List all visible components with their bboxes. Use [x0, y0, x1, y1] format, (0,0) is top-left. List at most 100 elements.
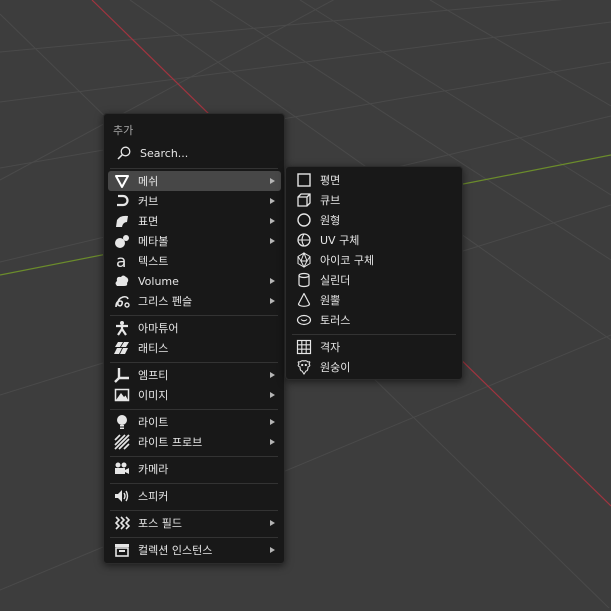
search-field[interactable]: Search... — [110, 143, 278, 163]
submenu-item-label: 아이코 구체 — [320, 254, 375, 267]
svg-text:a: a — [116, 253, 126, 269]
separator — [110, 168, 278, 169]
menu-item-text[interactable]: a 텍스트 — [108, 251, 281, 271]
plane-icon — [296, 172, 312, 188]
submenu-item-grid[interactable]: 격자 — [290, 337, 458, 357]
camera-icon — [114, 461, 130, 477]
text-icon: a — [114, 253, 130, 269]
submenu-arrow-icon — [270, 547, 275, 553]
menu-item-label: 메타볼 — [138, 235, 169, 248]
menu-item-surface[interactable]: 표면 — [108, 211, 281, 231]
surface-icon — [114, 213, 130, 229]
separator — [110, 483, 278, 484]
submenu-item-torus[interactable]: 토러스 — [290, 310, 458, 330]
mesh-submenu: 평면 큐브 원형 UV 구체 아이코 구체 실린더 원뿔 토러스 격자 원숭이 — [285, 166, 463, 380]
submenu-item-ico-sphere[interactable]: 아이코 구체 — [290, 250, 458, 270]
add-menu: 추가 Search... 메쉬 커브 표면 메타볼 a 텍스트 Volume 그… — [103, 113, 285, 564]
menu-item-label: Volume — [138, 274, 179, 288]
search-icon — [116, 145, 132, 161]
menu-item-metaball[interactable]: 메타볼 — [108, 231, 281, 251]
force-field-icon — [114, 515, 130, 531]
submenu-arrow-icon — [270, 178, 275, 184]
separator — [110, 315, 278, 316]
submenu-item-cylinder[interactable]: 실린더 — [290, 270, 458, 290]
lattice-icon — [114, 340, 130, 356]
submenu-item-cube[interactable]: 큐브 — [290, 190, 458, 210]
submenu-arrow-icon — [270, 419, 275, 425]
collection-instance-icon — [114, 542, 130, 558]
submenu-arrow-icon — [270, 520, 275, 526]
ico-sphere-icon — [296, 252, 312, 268]
light-probe-icon — [114, 434, 130, 450]
menu-item-curve[interactable]: 커브 — [108, 191, 281, 211]
monkey-icon — [296, 359, 312, 375]
menu-item-light-probe[interactable]: 라이트 프로브 — [108, 432, 281, 452]
submenu-arrow-icon — [270, 372, 275, 378]
menu-item-collection-instance[interactable]: 컬렉션 인스턴스 — [108, 540, 281, 560]
speaker-icon — [114, 488, 130, 504]
menu-item-lattice[interactable]: 래티스 — [108, 338, 281, 358]
submenu-arrow-icon — [270, 198, 275, 204]
empty-icon — [114, 367, 130, 383]
cylinder-icon — [296, 272, 312, 288]
menu-item-label: 래티스 — [138, 342, 169, 355]
circle-icon — [296, 212, 312, 228]
grid-icon — [296, 339, 312, 355]
separator — [110, 510, 278, 511]
submenu-item-label: 원숭이 — [320, 361, 351, 374]
submenu-item-label: UV 구체 — [320, 234, 360, 247]
submenu-item-circle[interactable]: 원형 — [290, 210, 458, 230]
uv-sphere-icon — [296, 232, 312, 248]
curve-icon — [114, 193, 130, 209]
torus-icon — [296, 312, 312, 328]
separator — [110, 409, 278, 410]
menu-item-armature[interactable]: 아마튜어 — [108, 318, 281, 338]
submenu-item-uv-sphere[interactable]: UV 구체 — [290, 230, 458, 250]
search-label: Search... — [140, 146, 189, 160]
image-icon — [114, 387, 130, 403]
menu-item-mesh[interactable]: 메쉬 — [108, 171, 281, 191]
cone-icon — [296, 292, 312, 308]
submenu-item-monkey[interactable]: 원숭이 — [290, 357, 458, 377]
menu-item-speaker[interactable]: 스피커 — [108, 486, 281, 506]
submenu-arrow-icon — [270, 218, 275, 224]
submenu-arrow-icon — [270, 278, 275, 284]
metaball-icon — [114, 233, 130, 249]
menu-item-label: 엠프티 — [138, 369, 169, 382]
menu-item-label: 그리스 펜슬 — [138, 295, 193, 308]
menu-item-label: 아마튜어 — [138, 322, 179, 335]
submenu-item-plane[interactable]: 평면 — [290, 170, 458, 190]
menu-item-label: 컬렉션 인스턴스 — [138, 544, 213, 557]
menu-item-grease-pencil[interactable]: 그리스 펜슬 — [108, 291, 281, 311]
submenu-item-cone[interactable]: 원뿔 — [290, 290, 458, 310]
separator — [110, 537, 278, 538]
cube-icon — [296, 192, 312, 208]
submenu-item-label: 원뿔 — [320, 294, 341, 307]
menu-item-label: 포스 필드 — [138, 517, 182, 530]
menu-item-camera[interactable]: 카메라 — [108, 459, 281, 479]
menu-item-image[interactable]: 이미지 — [108, 385, 281, 405]
menu-item-label: 커브 — [138, 195, 159, 208]
mesh-icon — [114, 173, 130, 189]
menu-item-light[interactable]: 라이트 — [108, 412, 281, 432]
submenu-arrow-icon — [270, 392, 275, 398]
menu-item-label: 카메라 — [138, 463, 169, 476]
menu-item-volume[interactable]: Volume — [108, 271, 281, 291]
submenu-item-label: 큐브 — [320, 194, 341, 207]
submenu-item-label: 평면 — [320, 174, 341, 187]
submenu-arrow-icon — [270, 439, 275, 445]
menu-title: 추가 — [113, 124, 134, 137]
separator — [110, 362, 278, 363]
armature-icon — [114, 320, 130, 336]
separator — [292, 334, 456, 335]
menu-item-label: 표면 — [138, 215, 159, 228]
submenu-item-label: 토러스 — [320, 314, 351, 327]
grease-pencil-icon — [114, 293, 130, 309]
menu-item-empty[interactable]: 엠프티 — [108, 365, 281, 385]
submenu-arrow-icon — [270, 238, 275, 244]
menu-item-label: 스피커 — [138, 490, 169, 503]
menu-item-force-field[interactable]: 포스 필드 — [108, 513, 281, 533]
menu-item-label: 텍스트 — [138, 255, 169, 268]
volume-icon — [114, 273, 130, 289]
submenu-item-label: 격자 — [320, 341, 341, 354]
